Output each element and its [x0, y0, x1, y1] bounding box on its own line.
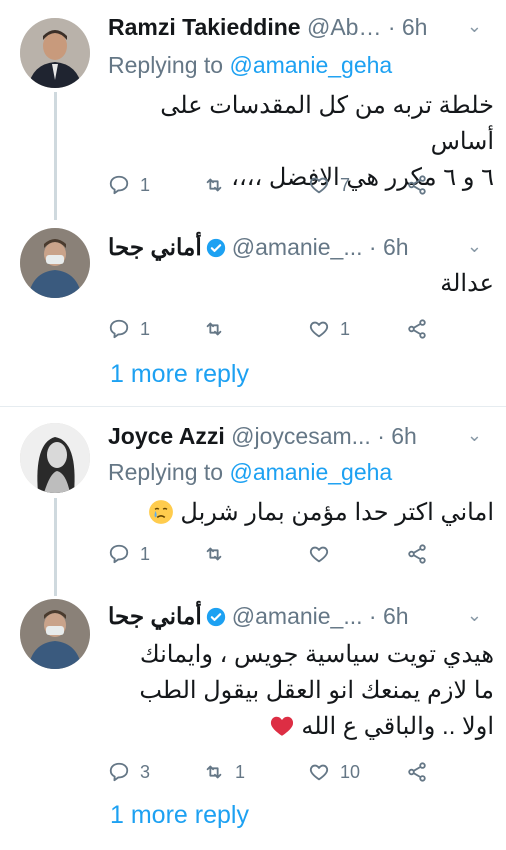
- like-button[interactable]: [308, 539, 340, 569]
- share-icon: [408, 762, 426, 782]
- avatar[interactable]: [20, 599, 90, 669]
- retweet-icon: [206, 322, 222, 336]
- avatar[interactable]: [20, 228, 90, 298]
- reply-icon: [109, 544, 129, 564]
- retweet-button[interactable]: [203, 539, 235, 569]
- timestamp[interactable]: · 6h: [377, 423, 417, 449]
- tweet-amanie-1[interactable]: أماني جحا @amanie_... · 6h ⌄ عدالة 1 1 1 …: [0, 210, 506, 405]
- like-button[interactable]: 7: [308, 170, 350, 200]
- like-button[interactable]: 1: [308, 314, 350, 344]
- tweet-text-line: اولا .. والباقي ع الله: [301, 713, 494, 740]
- share-button[interactable]: [406, 314, 438, 344]
- tweet-text-line: هيدي تويت سياسية جويس ، وايمانك: [139, 641, 494, 668]
- tweet-text: عدالة: [108, 266, 494, 302]
- like-count: 1: [340, 318, 351, 339]
- author-name[interactable]: أماني جحا: [108, 234, 202, 260]
- reply-count: 3: [140, 761, 151, 782]
- crying-face-emoji: [148, 500, 173, 524]
- share-button[interactable]: [406, 757, 438, 787]
- tweet-text-line: ما لازم يمنعك انو العقل بيقول الطب: [139, 677, 494, 704]
- reply-button[interactable]: 1: [108, 170, 150, 200]
- action-bar: 1 7: [108, 170, 438, 200]
- share-icon: [408, 175, 426, 195]
- author-handle[interactable]: @Ab…: [307, 14, 381, 40]
- author-handle[interactable]: @joycesam...: [231, 423, 371, 449]
- avatar[interactable]: [20, 18, 90, 88]
- retweet-button[interactable]: [203, 314, 235, 344]
- like-count: 10: [340, 761, 361, 782]
- replying-to: Replying to @amanie_geha: [108, 52, 392, 79]
- action-bar: 1: [108, 539, 438, 569]
- tweet-joyce[interactable]: Joyce Azzi @joycesam... · 6h ⌄ Replying …: [0, 407, 506, 587]
- like-count: 7: [340, 174, 351, 195]
- reply-count: 1: [140, 174, 151, 195]
- verified-badge-icon: [206, 607, 225, 627]
- retweet-icon: [206, 178, 222, 192]
- avatar[interactable]: [20, 423, 90, 493]
- retweet-icon: [206, 547, 222, 561]
- reply-icon: [109, 319, 129, 339]
- tweet-text: اماني اكتر حدا مؤمن بمار شربل: [108, 495, 494, 531]
- timestamp[interactable]: · 6h: [388, 14, 428, 40]
- more-reply-link[interactable]: 1 more reply: [110, 360, 249, 389]
- chevron-down-icon[interactable]: ⌄: [467, 16, 482, 37]
- reply-button[interactable]: 3: [108, 757, 150, 787]
- action-bar: 3 1 10: [108, 757, 438, 787]
- retweet-count: 1: [235, 761, 246, 782]
- mention-link[interactable]: @amanie_geha: [229, 459, 392, 485]
- thread-line: [54, 92, 57, 220]
- thread-line: [54, 498, 57, 596]
- heart-icon: [309, 321, 329, 338]
- share-button[interactable]: [406, 539, 438, 569]
- heart-icon: [309, 764, 329, 781]
- more-reply-link[interactable]: 1 more reply: [110, 801, 249, 830]
- reply-icon: [109, 762, 129, 782]
- tweet-amanie-2[interactable]: أماني جحا @amanie_... · 6h ⌄ هيدي تويت سي…: [0, 587, 506, 850]
- tweet-text: هيدي تويت سياسية جويس ، وايمانك ما لازم …: [108, 637, 494, 745]
- replying-label: Replying to: [108, 52, 224, 78]
- author-name[interactable]: Joyce Azzi: [108, 423, 225, 449]
- red-heart-emoji: [270, 716, 293, 736]
- replying-to: Replying to @amanie_geha: [108, 459, 392, 486]
- tweet-text-line: عدالة: [440, 270, 494, 297]
- verified-badge-icon: [206, 238, 225, 258]
- share-icon: [408, 544, 426, 564]
- tweet-ramzi[interactable]: Ramzi Takieddine @Ab… · 6h ⌄ Replying to…: [0, 0, 506, 210]
- reply-count: 1: [140, 318, 151, 339]
- reply-icon: [109, 175, 129, 195]
- author-name[interactable]: Ramzi Takieddine: [108, 14, 301, 40]
- reply-button[interactable]: 1: [108, 314, 150, 344]
- share-button[interactable]: [406, 170, 438, 200]
- reply-button[interactable]: 1: [108, 539, 150, 569]
- timestamp[interactable]: · 6h: [369, 603, 409, 629]
- author-handle[interactable]: @amanie_...: [232, 603, 363, 629]
- retweet-button[interactable]: 1: [203, 757, 245, 787]
- replying-label: Replying to: [108, 459, 224, 485]
- retweet-icon: [206, 765, 222, 779]
- tweet-text-line: اماني اكتر حدا مؤمن بمار شربل: [180, 499, 494, 526]
- chevron-down-icon[interactable]: ⌄: [467, 605, 482, 626]
- timestamp[interactable]: · 6h: [369, 234, 409, 260]
- mention-link[interactable]: @amanie_geha: [229, 52, 392, 78]
- author-name[interactable]: أماني جحا: [108, 603, 202, 629]
- like-button[interactable]: 10: [308, 757, 360, 787]
- chevron-down-icon[interactable]: ⌄: [467, 425, 482, 446]
- tweet-text-line: خلطة تربه من كل المقدسات على أساس: [160, 92, 494, 155]
- retweet-button[interactable]: [203, 170, 235, 200]
- author-handle[interactable]: @amanie_...: [232, 234, 363, 260]
- reply-count: 1: [140, 543, 151, 564]
- heart-icon: [309, 546, 329, 563]
- action-bar: 1 1: [108, 314, 438, 344]
- share-icon: [408, 319, 426, 339]
- chevron-down-icon[interactable]: ⌄: [467, 236, 482, 257]
- heart-icon: [309, 177, 329, 194]
